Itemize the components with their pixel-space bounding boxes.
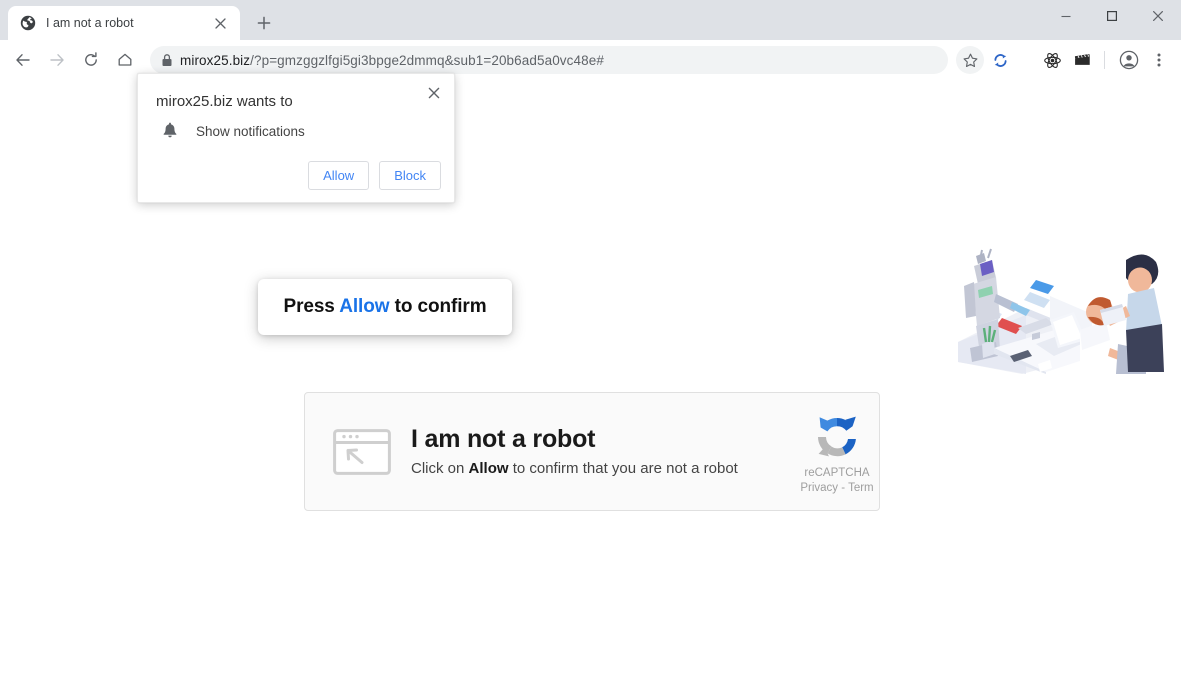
tab-close-icon[interactable] — [210, 13, 230, 33]
url-text: mirox25.biz/?p=gmzggzlfgi5gi3bpge2dmmq&s… — [180, 53, 604, 68]
tab-title: I am not a robot — [46, 16, 210, 30]
tooltip-prefix: Press — [284, 296, 340, 317]
notification-permission-bubble: mirox25.biz wants to Show notifications … — [137, 73, 455, 203]
address-bar[interactable]: mirox25.biz/?p=gmzggzlfgi5gi3bpge2dmmq&s… — [150, 46, 948, 74]
star-icon[interactable] — [956, 46, 984, 74]
new-tab-button[interactable] — [250, 9, 278, 37]
captcha-card[interactable]: I am not a robot Click on Allow to confi… — [304, 392, 880, 511]
robot-office-workers-illustration — [940, 222, 1166, 374]
tooltip-highlight: Allow — [339, 296, 389, 317]
reload-button[interactable] — [76, 45, 106, 75]
captcha-title: I am not a robot — [411, 425, 777, 454]
back-button[interactable] — [8, 45, 38, 75]
minimize-button[interactable] — [1043, 0, 1089, 32]
block-button[interactable]: Block — [379, 161, 441, 190]
window-controls — [1043, 0, 1181, 32]
recaptcha-terms[interactable]: Privacy - Term — [800, 482, 873, 494]
captcha-subtitle-strong: Allow — [469, 460, 509, 477]
press-allow-tooltip-text: Press Allow to confirm — [284, 296, 487, 318]
captcha-subtitle: Click on Allow to confirm that you are n… — [411, 460, 777, 478]
url-host: mirox25.biz — [180, 53, 250, 68]
close-window-button[interactable] — [1135, 0, 1181, 32]
url-path: /?p=gmzggzlfgi5gi3bpge2dmmq&sub1=20b6ad5… — [250, 53, 604, 68]
captcha-subtitle-suffix: to confirm that you are not a robot — [509, 460, 738, 477]
atom-extension-icon[interactable] — [1038, 46, 1066, 74]
tooltip-suffix: to confirm — [389, 296, 486, 317]
recaptcha-logo-icon — [809, 409, 865, 465]
permission-actions: Allow Block — [308, 161, 441, 190]
captcha-text-block: I am not a robot Click on Allow to confi… — [411, 425, 777, 479]
captcha-subtitle-prefix: Click on — [411, 460, 469, 477]
browser-window: I am not a robot — [0, 0, 1181, 687]
title-bar: I am not a robot — [0, 0, 1181, 40]
film-clapperboard-icon[interactable] — [1068, 46, 1096, 74]
three-dot-menu-icon[interactable] — [1145, 46, 1173, 74]
home-button[interactable] — [110, 45, 140, 75]
bell-icon — [162, 122, 178, 140]
tab-strip: I am not a robot — [0, 0, 278, 40]
maximize-button[interactable] — [1089, 0, 1135, 32]
permission-label: Show notifications — [196, 124, 305, 139]
profile-avatar-icon[interactable] — [1115, 46, 1143, 74]
sync-icon[interactable] — [986, 46, 1014, 74]
browser-window-cursor-icon — [333, 429, 391, 475]
recaptcha-badge: reCAPTCHA Privacy - Term — [777, 409, 880, 494]
lock-icon[interactable] — [154, 48, 180, 72]
permission-close-icon[interactable] — [422, 81, 446, 105]
forward-button[interactable] — [42, 45, 72, 75]
allow-button[interactable]: Allow — [308, 161, 369, 190]
toolbar-divider — [1104, 51, 1105, 69]
recaptcha-name: reCAPTCHA — [804, 467, 869, 479]
press-allow-tooltip: Press Allow to confirm — [258, 279, 512, 335]
tab-i-am-not-a-robot[interactable]: I am not a robot — [8, 6, 240, 40]
permission-row: Show notifications — [138, 110, 454, 140]
globe-icon — [20, 15, 36, 31]
permission-title: mirox25.biz wants to — [138, 74, 454, 110]
